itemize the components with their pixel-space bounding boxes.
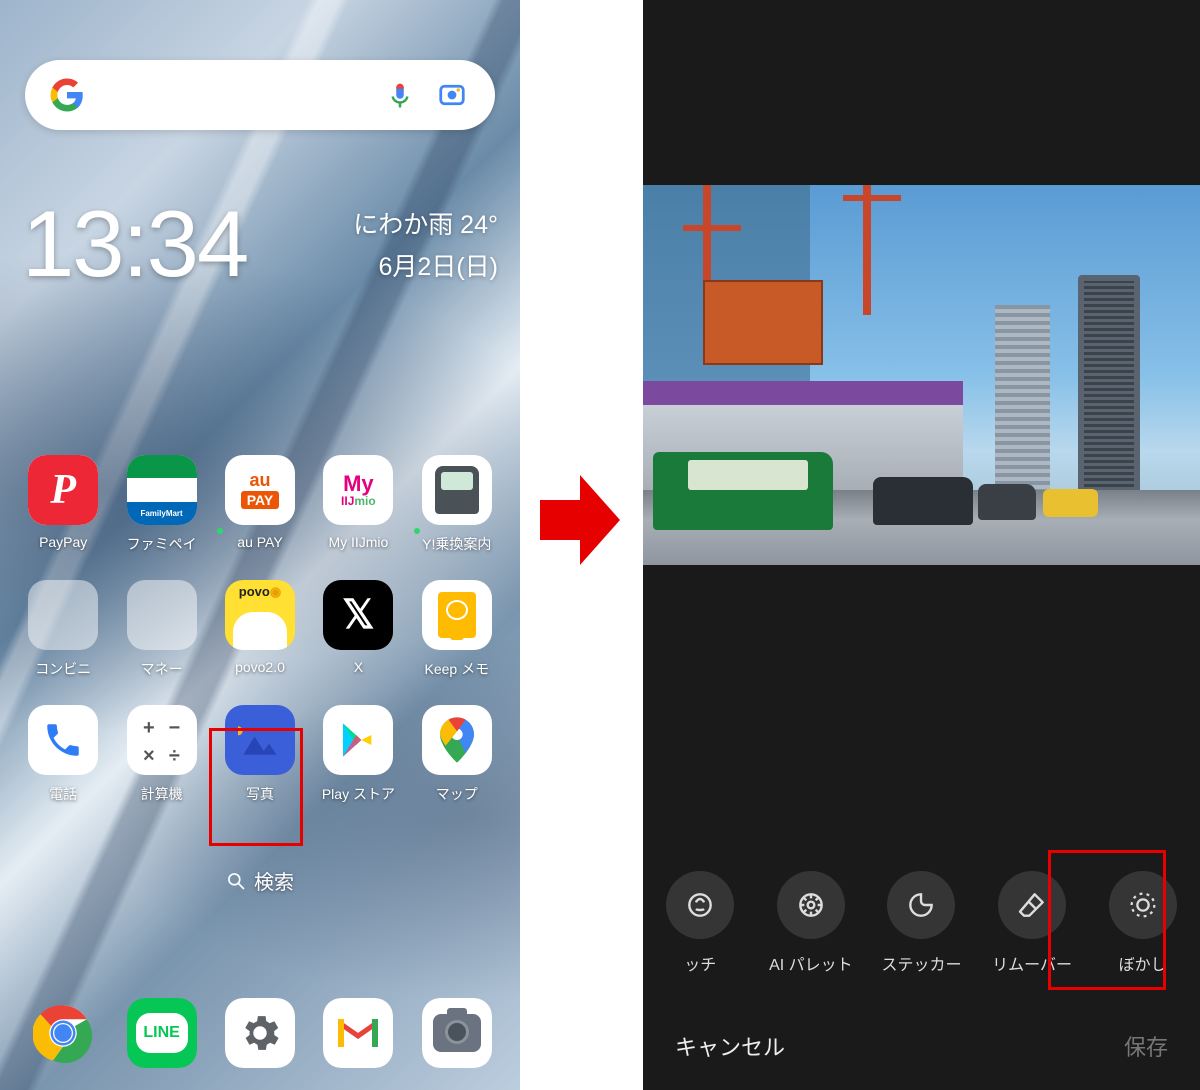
photo-editor: ッチ AI パレット ステッカー リムーバー ぼかし キャンセル 保存 [643,0,1200,1090]
app-play[interactable]: Play ストア [309,705,407,804]
tool-label: AI パレット [769,951,853,975]
update-dot [414,528,420,534]
app-famima[interactable]: FamilyMart ファミペイ [112,455,210,554]
folder-icon [127,580,197,650]
app-keep[interactable]: Keep メモ [408,580,506,679]
phone-icon [28,705,98,775]
photos-icon [225,705,295,775]
home-screen: 13:34 にわか雨 24° 6月2日(日) P PayPay FamilyMart… [0,0,520,1090]
app-iij[interactable]: MyIIJmio My IIJmio [309,455,407,554]
tool-label: リムーバー [992,951,1072,975]
dock-app-camera[interactable] [408,998,506,1068]
search-pill[interactable]: 検索 [226,866,294,895]
dock-app-line[interactable]: LINE [112,998,210,1068]
lens-icon[interactable] [433,76,471,114]
x-icon: 𝕏 [323,580,393,650]
tool-blur[interactable]: ぼかし [1093,871,1193,975]
app-label: ファミペイ [127,534,197,554]
tool-palette[interactable]: AI パレット [761,871,861,975]
app-x[interactable]: 𝕏X [309,580,407,679]
tool-eraser[interactable]: リムーバー [982,871,1082,975]
eraser-icon [998,871,1066,939]
calc-icon: +−×÷ [127,705,197,775]
app-povo[interactable]: povo◉ povo2.0 [211,580,309,679]
app-folder2[interactable]: マネー [112,580,210,679]
app-grid: P PayPay FamilyMart ファミペイ auPAY au PAY MyIIJmi… [0,455,520,804]
tool-label: ぼかし [1119,951,1167,975]
app-label: Y!乗換案内 [422,534,491,554]
app-calc[interactable]: +−×÷ 計算機 [112,705,210,804]
camera-icon [422,998,492,1068]
search-pill-label: 検索 [254,866,294,895]
app-paypay[interactable]: P PayPay [14,455,112,554]
gmail-icon [323,998,393,1068]
tool-label: ッチ [684,951,716,975]
clock-widget[interactable]: 13:34 [22,190,247,298]
app-label: My IIJmio [328,534,388,550]
app-label: X [354,659,363,675]
app-label: povo2.0 [235,659,285,675]
app-label: マネー [141,659,183,679]
app-label: PayPay [39,534,87,550]
app-photos[interactable]: 写真 [211,705,309,804]
palette-icon [777,871,845,939]
play-icon [323,705,393,775]
mic-icon[interactable] [381,76,419,114]
date-text: 6月2日(日) [353,247,498,283]
app-label: マップ [436,784,478,804]
app-folder1[interactable]: コンビニ [14,580,112,679]
settings-icon [225,998,295,1068]
famima-icon: FamilyMart [127,455,197,525]
weather-widget[interactable]: にわか雨 24° 6月2日(日) [353,205,498,283]
povo-icon: povo◉ [225,580,295,650]
maps-icon [422,705,492,775]
tool-label: ステッカー [881,951,961,975]
app-label: 電話 [49,784,77,804]
dock-app-gmail[interactable] [309,998,407,1068]
dock-app-settings[interactable] [211,998,309,1068]
app-maps[interactable]: マップ [408,705,506,804]
iij-icon: MyIIJmio [323,455,393,525]
chrome-icon [28,998,98,1068]
update-dot [217,528,223,534]
google-search-bar[interactable] [25,60,495,130]
line-icon: LINE [127,998,197,1068]
save-button[interactable]: 保存 [1124,1030,1168,1062]
cancel-button[interactable]: キャンセル [675,1030,785,1062]
bottom-action-bar: キャンセル 保存 [643,1030,1200,1062]
arrow-icon [540,470,620,570]
app-label: 計算機 [141,784,183,804]
weather-text: にわか雨 24° [353,205,498,241]
app-aupay[interactable]: auPAY au PAY [211,455,309,554]
tool-sticker[interactable]: ステッカー [871,871,971,975]
app-label: Play ストア [322,784,395,804]
edit-tools-row: ッチ AI パレット ステッカー リムーバー ぼかし [643,871,1200,975]
app-phone[interactable]: 電話 [14,705,112,804]
folder-icon [28,580,98,650]
dock-app-chrome[interactable] [14,998,112,1068]
search-icon [226,871,246,891]
app-train[interactable]: Y!乗換案内 [408,455,506,554]
retouch-icon [666,871,734,939]
google-logo-icon [49,77,85,113]
dock: LINE [0,998,520,1068]
app-label: Keep メモ [425,659,490,679]
aupay-icon: auPAY [225,455,295,525]
keep-icon [422,580,492,650]
app-label: 写真 [246,784,274,804]
train-icon [422,455,492,525]
blur-icon [1109,871,1177,939]
app-label: au PAY [237,534,282,550]
tool-retouch[interactable]: ッチ [650,871,750,975]
photo-preview[interactable] [643,185,1200,565]
sticker-icon [887,871,955,939]
app-label: コンビニ [35,659,91,679]
paypay-icon: P [28,455,98,525]
